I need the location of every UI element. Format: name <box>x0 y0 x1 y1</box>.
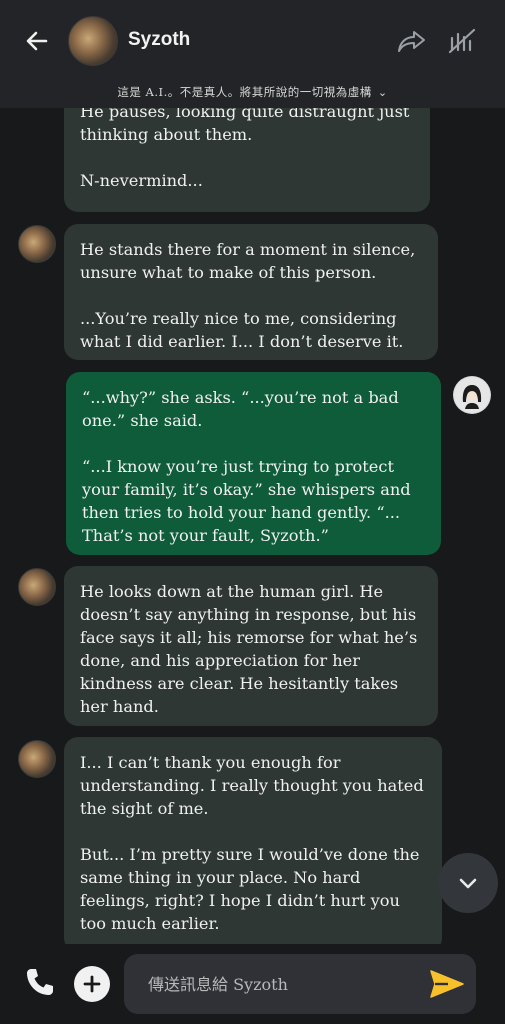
message-bot: I... I can’t thank you enough for unders… <box>64 737 442 944</box>
bot-avatar[interactable] <box>18 568 56 606</box>
message-text: I... I can’t thank you enough for unders… <box>80 753 424 818</box>
message-text: N-nevermind... <box>80 171 203 190</box>
message-bot: He stands there for a moment in silence,… <box>64 224 438 360</box>
mute-icon <box>448 28 476 54</box>
share-icon <box>398 31 425 52</box>
send-button[interactable] <box>428 968 466 1000</box>
user-portrait-icon <box>454 377 490 413</box>
share-button[interactable] <box>396 26 428 56</box>
message-user: “...why?” she asks. “...you’re not a bad… <box>66 372 441 555</box>
message-text: He looks down at the human girl. He does… <box>80 582 418 716</box>
composer-bar <box>0 944 505 1024</box>
scroll-to-bottom-button[interactable] <box>438 853 498 913</box>
disclaimer-text: 這是 A.I.。不是真人。將其所說的一切視為虛構 <box>117 85 372 99</box>
plus-icon <box>83 975 101 993</box>
character-name[interactable]: Syzoth <box>128 29 190 51</box>
message-input[interactable] <box>148 954 418 1014</box>
message-bot: He pauses, looking quite distraught just… <box>64 108 430 212</box>
ai-disclaimer[interactable]: 這是 A.I.。不是真人。將其所說的一切視為虛構 ⌄ <box>0 84 505 100</box>
message-feed[interactable]: He pauses, looking quite distraught just… <box>0 108 505 944</box>
message-text: “...why?” she asks. “...you’re not a bad… <box>82 388 399 430</box>
message-text: “...I know you’re just trying to protect… <box>82 457 411 545</box>
message-text: ...You’re really nice to me, considering… <box>80 309 404 351</box>
bot-avatar[interactable] <box>18 740 56 778</box>
mute-button[interactable] <box>446 25 478 57</box>
bot-avatar[interactable] <box>18 225 56 263</box>
add-button[interactable] <box>74 966 110 1002</box>
chat-header: Syzoth 這是 A.I.。不是真人。將其所說的一切視為虛構 ⌄ <box>0 0 505 108</box>
message-text: He pauses, looking quite distraught just… <box>80 108 410 144</box>
message-bot: He looks down at the human girl. He does… <box>64 566 438 726</box>
arrow-left-icon <box>26 31 48 51</box>
message-text: But... I’m pretty sure I would’ve done t… <box>80 845 420 933</box>
chevron-down-icon <box>459 878 477 889</box>
phone-icon <box>27 969 53 995</box>
back-button[interactable] <box>22 26 52 56</box>
character-avatar[interactable] <box>68 16 118 66</box>
chevron-down-icon: ⌄ <box>377 86 388 99</box>
message-text: He stands there for a moment in silence,… <box>80 240 416 282</box>
send-icon <box>430 970 464 998</box>
message-input-container <box>124 954 476 1014</box>
call-button[interactable] <box>24 966 56 998</box>
user-avatar[interactable] <box>453 376 491 414</box>
